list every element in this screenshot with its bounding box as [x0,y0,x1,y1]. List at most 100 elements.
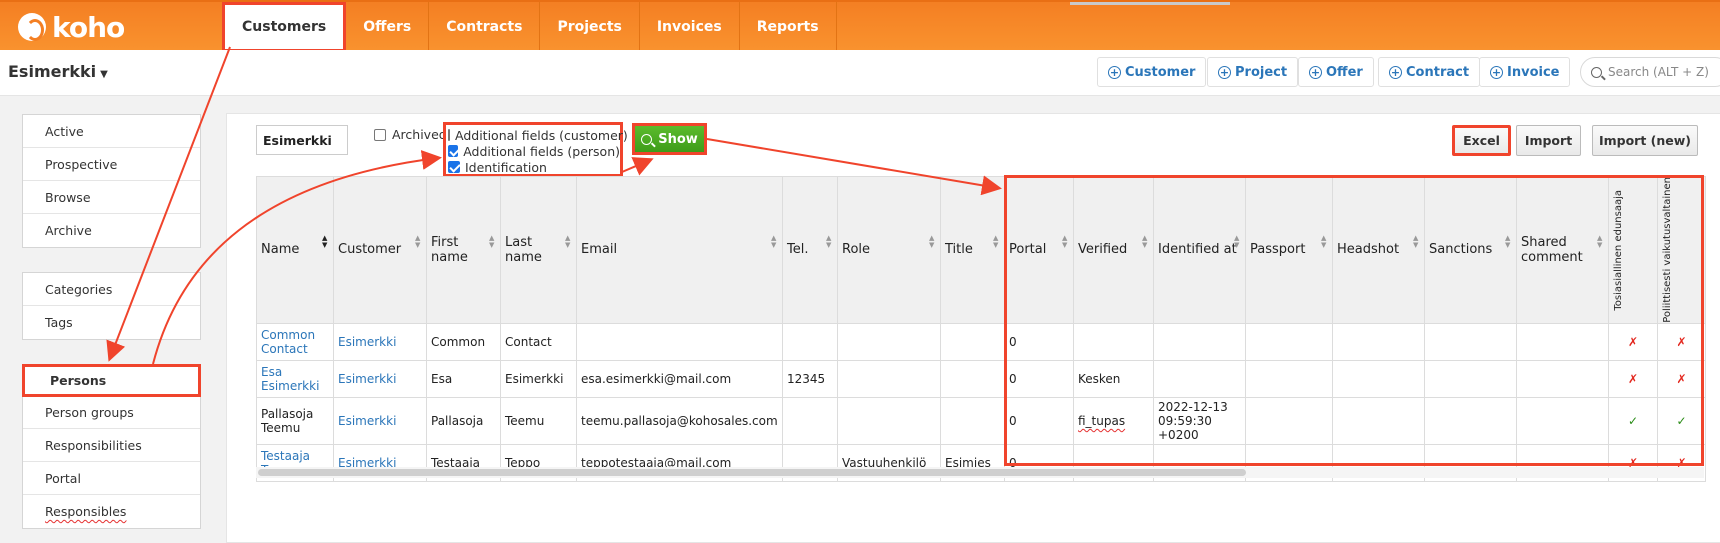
new-customer-button[interactable]: + Customer [1097,57,1207,87]
excel-button[interactable]: Excel [1452,125,1511,156]
col-header-shared-comment[interactable]: Shared comment ▲ ▼ [1516,176,1609,324]
col-header-email[interactable]: Email ▲ ▼ [576,176,783,324]
header-label: Email [581,242,618,258]
cell-passport [1245,359,1333,398]
cell-shared-comment [1516,396,1609,445]
identification-checkbox[interactable]: Identification [448,159,620,175]
col-header-headshot[interactable]: Headshot ▲ ▼ [1332,176,1425,324]
col-header-sanctions[interactable]: Sanctions ▲ ▼ [1424,176,1517,324]
koho-logo[interactable]: koho [18,10,125,44]
col-header-customer[interactable]: Customer ▲ ▼ [333,176,427,324]
col-header-pep[interactable]: Poliittisesti vaikutusvaltainen [1657,176,1706,324]
cell-title [940,396,1005,445]
customer-filter-input[interactable]: Esimerkki [256,125,348,155]
col-header-title[interactable]: Title ▲ ▼ [940,176,1005,324]
cell-shared-comment [1516,322,1609,361]
col-header-role[interactable]: Role ▲ ▼ [837,176,941,324]
sidebar-item-browse[interactable]: Browse [23,181,200,214]
cell-tel: 12345 [782,359,838,398]
additional-fields-customer-checkbox[interactable]: Additional fields (customer) [448,127,628,143]
cell-identified-at [1153,322,1246,361]
sort-icon: ▲ ▼ [565,234,571,249]
col-header-tel[interactable]: Tel. ▲ ▼ [782,176,838,324]
plus-circle-icon: + [1108,65,1121,79]
col-header-name[interactable]: Name ▲ ▼ [256,176,334,324]
persons-table: Name ▲ ▼ Customer ▲ ▼ First name ▲ ▼ Last name… [256,176,1706,482]
sidebar-item-active[interactable]: Active [23,115,200,148]
cell-tel [782,396,838,445]
col-header-passport[interactable]: Passport ▲ ▼ [1245,176,1333,324]
sort-icon: ▲ ▼ [929,234,935,249]
col-header-last-name[interactable]: Last name ▲ ▼ [500,176,577,324]
col-header-first-name[interactable]: First name ▲ ▼ [426,176,501,324]
archived-checkbox[interactable]: Archived [374,127,447,142]
sidebar-item-tags[interactable]: Tags [23,306,200,339]
new-invoice-button[interactable]: + Invoice [1479,57,1571,87]
tab-reports[interactable]: Reports [740,2,837,52]
cell-portal: 0 [1004,396,1074,445]
cross-mark-icon: ✗ [1608,359,1658,398]
subheader: Esimerkki ▼ + Customer + Project + Offer + Co… [0,50,1720,96]
cell-sanctions [1424,322,1517,361]
header-label: Poliittisesti vaikutusvaltainen [1662,177,1673,323]
additional-fields-person-checkbox[interactable]: Additional fields (person) [448,143,620,159]
header-label: Sanctions [1429,242,1493,258]
button-label: Show [658,131,698,147]
import-new-button[interactable]: Import (new) [1592,125,1698,156]
logo-icon [18,13,46,41]
person-name-link[interactable]: Common Contact [261,328,315,356]
col-header-identified-at[interactable]: Identified at ▲ ▼ [1153,176,1246,324]
tab-invoices[interactable]: Invoices [640,2,740,52]
col-header-verified[interactable]: Verified ▲ ▼ [1073,176,1154,324]
checkbox-label: Identification [465,159,547,175]
show-button[interactable]: Show [632,123,707,155]
sort-icon: ▲ ▼ [993,234,999,249]
customer-link[interactable]: Esimerkki [338,372,396,386]
sidebar-item-archive[interactable]: Archive [23,214,200,247]
import-button[interactable]: Import [1516,125,1581,156]
checkbox-box[interactable] [448,129,450,141]
header-label: Passport [1250,242,1306,258]
search-input[interactable]: Search (ALT + Z) [1580,57,1720,87]
sidebar-item-portal[interactable]: Portal [23,462,200,495]
tab-offers[interactable]: Offers [346,2,430,52]
person-name: Pallasoja Teemu [256,396,334,445]
plus-circle-icon: + [1490,65,1503,79]
cell-portal: 0 [1004,322,1074,361]
cell-tel [782,322,838,361]
sidebar-item-persons[interactable]: Persons [22,364,201,397]
checkbox-box[interactable] [374,128,386,141]
sidebar-item-categories[interactable]: Categories [23,273,200,306]
checkbox-box[interactable] [448,145,459,157]
sidebar-item-responsibles[interactable]: Responsibles [23,495,200,528]
tab-contracts[interactable]: Contracts [429,2,541,52]
col-header-beneficial-owner[interactable]: Tosiasiallinen edunsaaja [1608,176,1658,324]
customer-link[interactable]: Esimerkki [338,414,396,428]
tab-projects[interactable]: Projects [540,2,640,52]
cell-first-name: Esa [426,359,501,398]
new-offer-button[interactable]: + Offer [1298,57,1374,87]
customer-link[interactable]: Esimerkki [338,335,396,349]
person-name-link[interactable]: Esa Esimerkki [261,365,319,393]
search-placeholder: Search (ALT + Z) [1608,65,1709,79]
header-label: Portal [1009,242,1047,258]
check-mark-icon: ✓ [1608,396,1658,445]
cell-sanctions [1424,359,1517,398]
sidebar-item-responsibilities[interactable]: Responsibilities [23,429,200,462]
sort-icon: ▲ ▼ [1505,234,1511,249]
company-selector[interactable]: Esimerkki ▼ [8,62,108,81]
header-label: Shared comment [1521,234,1583,265]
cell-verified: Kesken [1073,359,1154,398]
horizontal-scrollbar-thumb[interactable] [258,469,1246,476]
checkbox-box[interactable] [448,161,460,173]
col-header-portal[interactable]: Portal ▲ ▼ [1004,176,1074,324]
sidebar-item-prospective[interactable]: Prospective [23,148,200,181]
sidebar-item-person-groups[interactable]: Person groups [23,396,200,429]
header-label: Headshot [1337,242,1400,258]
button-label: Customer [1125,64,1196,80]
search-icon [1591,66,1602,78]
tab-customers[interactable]: Customers [222,2,347,52]
new-project-button[interactable]: + Project [1207,57,1299,87]
cell-sanctions [1424,396,1517,445]
new-contract-button[interactable]: + Contract [1378,57,1481,87]
